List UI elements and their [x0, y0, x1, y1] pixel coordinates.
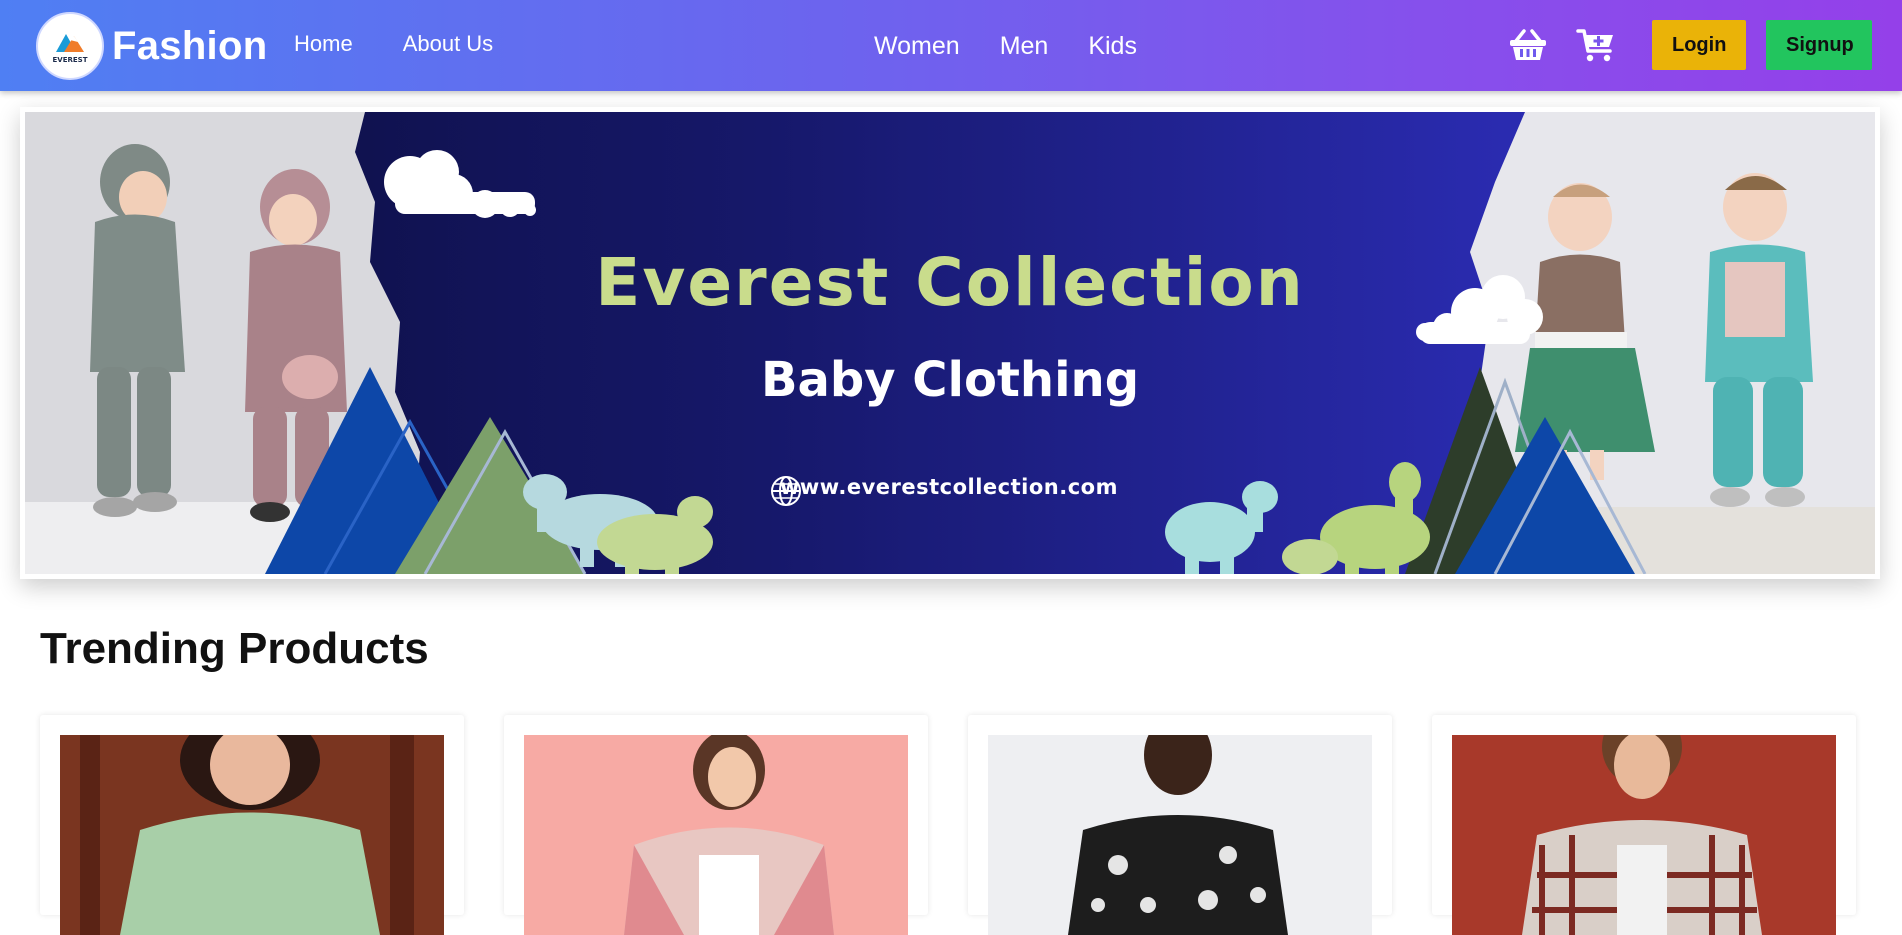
nav-link-about-us[interactable]: About Us [403, 31, 494, 57]
nav-categories: Women Men Kids [874, 32, 1137, 61]
product-image[interactable] [60, 735, 444, 935]
hero-url-row: www.everestcollection.com [770, 475, 1118, 506]
product-card[interactable] [968, 715, 1392, 935]
hero-subtitle: Baby Clothing [760, 352, 1140, 408]
nav-link-women[interactable]: Women [874, 32, 960, 61]
trending-products [40, 715, 1862, 935]
product-image[interactable] [1452, 735, 1836, 935]
nav-link-home[interactable]: Home [294, 31, 353, 57]
logo-text: EVEREST [52, 56, 88, 64]
trending-heading: Trending Products [40, 624, 429, 673]
product-card[interactable] [40, 715, 464, 935]
product-image[interactable] [988, 735, 1372, 935]
signup-button[interactable]: Signup [1766, 20, 1872, 70]
hero-banner[interactable]: Everest Collection Baby Clothing www.eve… [25, 112, 1875, 574]
navbar: EVEREST Fashion Home About Us Women Men … [0, 0, 1902, 91]
nav-left: Home About Us [294, 31, 493, 57]
cart-plus-icon[interactable] [1572, 21, 1620, 69]
hero-url: www.everestcollection.com [780, 475, 1118, 499]
logo-icon: EVEREST [36, 12, 104, 80]
nav-actions: Login Signup [1504, 20, 1872, 70]
hero-illustration [25, 112, 1875, 574]
hero-banner-frame: Everest Collection Baby Clothing www.eve… [20, 107, 1880, 579]
brand-logo-link[interactable]: EVEREST Fashion [36, 12, 267, 80]
basket-icon[interactable] [1504, 21, 1552, 69]
product-image[interactable] [524, 735, 908, 935]
hero-title: Everest Collection [595, 244, 1305, 321]
brand-name: Fashion [112, 23, 268, 68]
nav-link-men[interactable]: Men [1000, 32, 1049, 61]
product-card[interactable] [1432, 715, 1856, 935]
nav-link-kids[interactable]: Kids [1088, 32, 1137, 61]
product-card[interactable] [504, 715, 928, 935]
login-button[interactable]: Login [1652, 20, 1746, 70]
